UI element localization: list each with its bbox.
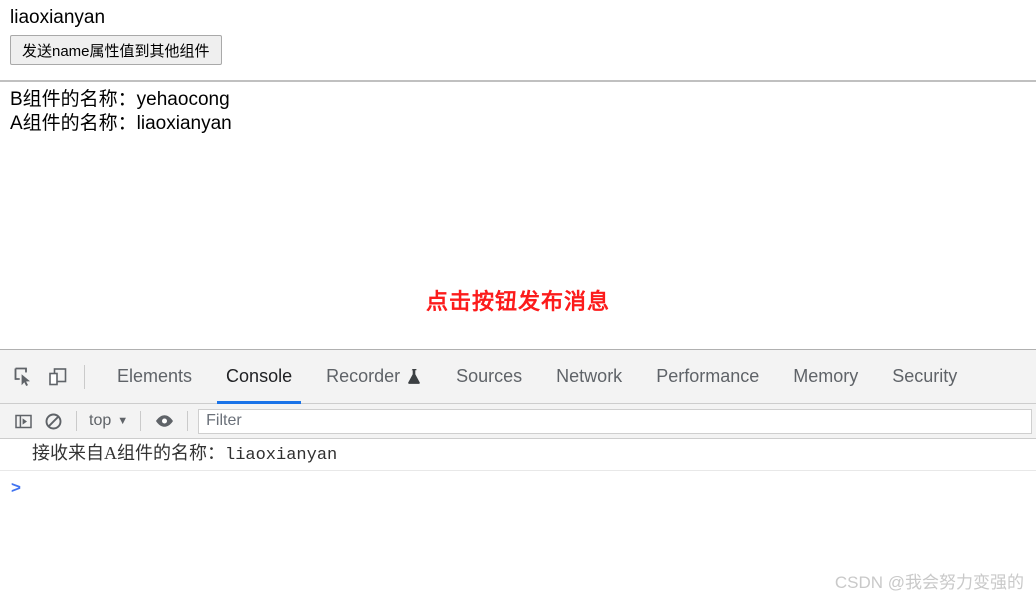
console-message-text: 接收来自A组件的名称：liaoxianyan [32, 439, 337, 470]
browser-window: liaoxianyan 发送name属性值到其他组件 B组件的名称：yehaoc… [0, 0, 1036, 601]
page-content-area: liaoxianyan 发送name属性值到其他组件 B组件的名称：yehaoc… [0, 0, 1036, 349]
tab-performance[interactable]: Performance [639, 350, 776, 404]
console-message-row[interactable]: 接收来自A组件的名称：liaoxianyan [0, 439, 1036, 471]
eye-glyph [154, 412, 175, 430]
tab-sources[interactable]: Sources [439, 350, 539, 404]
console-message-label: 接收来自A组件的名称： [32, 443, 225, 463]
devtools-panel: Elements Console Recorder Sources [0, 349, 1036, 601]
console-message-value: liaoxianyan [225, 446, 337, 465]
console-prompt-icon: > [11, 479, 21, 496]
console-sidebar-icon[interactable] [8, 407, 38, 435]
clear-console-icon[interactable] [38, 407, 68, 435]
section-divider [0, 80, 1036, 82]
console-toolbar-separator-2 [140, 411, 141, 431]
flask-glyph [407, 368, 422, 385]
publish-message-text: 点击按钮发布消息 [0, 284, 1036, 316]
chevron-down-icon: ▼ [117, 416, 128, 427]
device-toolbar-glyph [47, 366, 69, 388]
tab-elements[interactable]: Elements [100, 350, 209, 404]
tab-performance-label: Performance [656, 366, 759, 387]
console-context-label: top [89, 412, 111, 430]
devtools-tabbar: Elements Console Recorder Sources [0, 350, 1036, 404]
tab-network[interactable]: Network [539, 350, 639, 404]
tab-console[interactable]: Console [209, 350, 309, 404]
tab-console-label: Console [226, 366, 292, 387]
tab-elements-label: Elements [117, 366, 192, 387]
console-prompt-row[interactable]: > [0, 471, 1036, 505]
tab-security[interactable]: Security [875, 350, 974, 404]
component-a-name-text: liaoxianyan [10, 7, 105, 29]
live-expression-eye-icon[interactable] [149, 407, 179, 435]
send-name-property-button[interactable]: 发送name属性值到其他组件 [10, 35, 222, 65]
console-toolbar-separator-3 [187, 411, 188, 431]
console-toolbar-separator-1 [76, 411, 77, 431]
tabbar-separator [84, 365, 85, 389]
component-names-block: B组件的名称：yehaocong A组件的名称：liaoxianyan [10, 88, 232, 136]
component-b-name-line: B组件的名称：yehaocong [10, 88, 232, 112]
device-toolbar-icon[interactable] [41, 360, 75, 394]
console-sidebar-glyph [14, 412, 33, 431]
component-a-name-line: A组件的名称：liaoxianyan [10, 112, 232, 136]
tab-recorder-label: Recorder [326, 366, 400, 387]
tab-network-label: Network [556, 366, 622, 387]
inspect-element-icon[interactable] [7, 360, 41, 394]
tab-memory-label: Memory [793, 366, 858, 387]
devtools-tab-list: Elements Console Recorder Sources [100, 350, 974, 404]
tab-sources-label: Sources [456, 366, 522, 387]
console-filter-input[interactable] [198, 409, 1032, 434]
tab-memory[interactable]: Memory [776, 350, 875, 404]
clear-console-glyph [44, 412, 63, 431]
tab-security-label: Security [892, 366, 957, 387]
console-prompt-input[interactable] [29, 475, 1036, 501]
tab-recorder[interactable]: Recorder [309, 350, 439, 404]
console-context-selector[interactable]: top ▼ [85, 412, 132, 430]
flask-icon [407, 368, 422, 385]
inspect-element-glyph [13, 366, 35, 388]
console-toolbar: top ▼ [0, 404, 1036, 439]
watermark-text: CSDN @我会努力变强的 [835, 568, 1024, 593]
